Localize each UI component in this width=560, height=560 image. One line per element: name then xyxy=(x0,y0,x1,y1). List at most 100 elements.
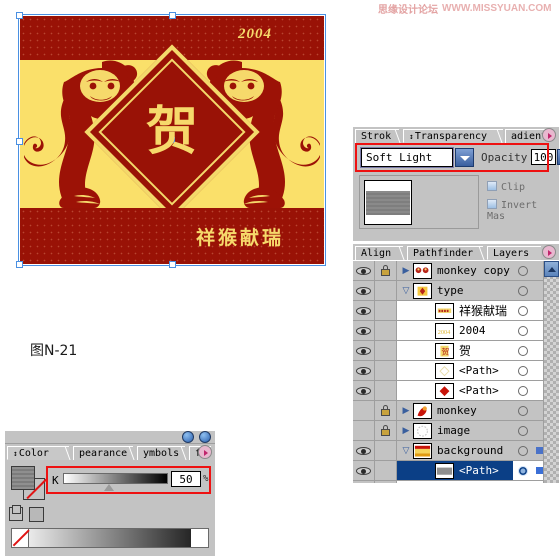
layer-list[interactable]: ▶ monkey copy ▽ type 祥猴献瑞 2004 2004 贺贺 <Path> <Pa… xyxy=(353,261,545,483)
clip-checkbox[interactable] xyxy=(487,181,497,191)
layer-row[interactable]: ▶ monkey xyxy=(353,401,545,421)
scroll-up-arrow-icon[interactable] xyxy=(544,261,559,277)
tab-symbols[interactable]: ymbols xyxy=(137,446,185,460)
transparency-tab-row[interactable]: Strok ↕Transparency adient xyxy=(353,127,559,143)
layer-lock-toggle[interactable] xyxy=(375,281,397,300)
layer-name-cell[interactable]: <Path> xyxy=(397,461,513,480)
layer-visibility-toggle[interactable] xyxy=(353,441,375,460)
selection-handle-bl[interactable] xyxy=(16,261,23,268)
none-color-icon[interactable] xyxy=(12,529,29,547)
tab-stroke[interactable]: Strok xyxy=(355,129,399,143)
disclosure-closed-icon[interactable]: ▶ xyxy=(399,405,413,416)
layer-lock-toggle[interactable] xyxy=(375,381,397,400)
disclosure-open-icon[interactable]: ▽ xyxy=(399,445,413,456)
layer-lock-toggle[interactable] xyxy=(375,481,397,483)
color-menu-icon[interactable] xyxy=(198,445,212,459)
layer-target-indicator[interactable] xyxy=(513,445,533,456)
layer-visibility-toggle[interactable] xyxy=(353,401,375,420)
selection-handle-tl[interactable] xyxy=(16,12,23,19)
tab-layers[interactable]: Layers xyxy=(487,246,541,260)
layer-row[interactable]: <Path> xyxy=(353,381,545,401)
k-channel-slider[interactable] xyxy=(63,473,168,484)
layer-row[interactable]: 贺贺 xyxy=(353,341,545,361)
layers-palette[interactable]: Align Pathfinder Layers ▶ monkey copy ▽ typ… xyxy=(352,243,560,483)
layer-name-cell[interactable]: <Path> xyxy=(397,381,513,400)
disclosure-closed-icon[interactable]: ▶ xyxy=(399,265,413,276)
layer-row[interactable]: <Path> xyxy=(353,481,545,483)
layer-visibility-toggle[interactable] xyxy=(353,421,375,440)
layer-lock-toggle[interactable] xyxy=(375,341,397,360)
palette-menu-icon[interactable] xyxy=(542,128,556,142)
layer-name-cell[interactable]: 贺贺 xyxy=(397,341,513,360)
layer-name-cell[interactable]: ▶ image xyxy=(397,421,513,440)
layer-row[interactable]: 祥猴献瑞 xyxy=(353,301,545,321)
layer-name-cell[interactable]: 2004 2004 xyxy=(397,321,513,340)
layer-row[interactable]: <Path> xyxy=(353,361,545,381)
clip-checkbox-row[interactable]: Clip xyxy=(487,181,525,193)
tab-pathfinder[interactable]: Pathfinder xyxy=(407,246,483,260)
minimize-icon[interactable] xyxy=(182,431,194,443)
color-spectrum-bar[interactable] xyxy=(11,528,209,548)
layer-name-cell[interactable]: <Path> xyxy=(397,481,513,483)
layer-visibility-toggle[interactable] xyxy=(353,461,375,480)
layer-target-indicator[interactable] xyxy=(513,465,533,476)
layer-lock-toggle[interactable] xyxy=(375,361,397,380)
layer-name-cell[interactable]: <Path> xyxy=(397,361,513,380)
layer-row[interactable]: ▽ type xyxy=(353,281,545,301)
layer-lock-toggle[interactable] xyxy=(375,321,397,340)
color-palette-titlebar[interactable] xyxy=(5,431,215,444)
gradient-mesh-icon[interactable] xyxy=(9,505,23,521)
layer-lock-toggle[interactable] xyxy=(375,441,397,460)
close-icon[interactable] xyxy=(199,431,211,443)
layer-target-indicator[interactable] xyxy=(513,345,533,356)
opacity-input[interactable]: 100 xyxy=(531,149,556,165)
layer-row[interactable]: <Path> xyxy=(353,461,545,481)
selection-handle-bc[interactable] xyxy=(169,261,176,268)
layers-scrollbar[interactable] xyxy=(543,261,559,483)
layer-thumbnail[interactable] xyxy=(364,180,412,225)
white-color-swatch[interactable] xyxy=(191,529,208,547)
tab-color[interactable]: ↕Color xyxy=(7,446,69,460)
invert-mask-checkbox-row[interactable]: Invert Mas xyxy=(487,199,559,222)
layer-row[interactable]: 2004 2004 xyxy=(353,321,545,341)
layer-visibility-toggle[interactable] xyxy=(353,341,375,360)
layer-target-indicator[interactable] xyxy=(513,385,533,396)
fill-swatch[interactable] xyxy=(11,466,35,490)
selection-handle-tc[interactable] xyxy=(169,12,176,19)
layer-visibility-toggle[interactable] xyxy=(353,381,375,400)
layers-tab-row[interactable]: Align Pathfinder Layers xyxy=(353,244,559,260)
layer-name-cell[interactable]: ▽ type xyxy=(397,281,513,300)
blend-mode-select[interactable]: Soft Light xyxy=(360,147,454,168)
chevron-down-icon[interactable] xyxy=(455,148,474,167)
transparency-palette[interactable]: Strok ↕Transparency adient Soft Light Op… xyxy=(352,126,560,242)
color-tab-row[interactable]: ↕Color pearance ymbols fo xyxy=(5,444,215,460)
layer-name-cell[interactable]: ▶ monkey xyxy=(397,401,513,420)
layer-visibility-toggle[interactable] xyxy=(353,321,375,340)
invert-mask-checkbox[interactable] xyxy=(487,199,497,209)
artboard[interactable]: 2004 贺 祥猴献瑞 xyxy=(16,12,326,268)
disclosure-open-icon[interactable]: ▽ xyxy=(399,285,413,296)
layer-name-cell[interactable]: ▽ background xyxy=(397,441,513,460)
none-swatch-icon[interactable] xyxy=(29,507,44,522)
layer-lock-toggle[interactable] xyxy=(375,461,397,480)
layer-lock-toggle[interactable] xyxy=(375,421,397,440)
layer-target-indicator[interactable] xyxy=(513,265,533,276)
tab-appearance[interactable]: pearance xyxy=(73,446,133,460)
layer-target-indicator[interactable] xyxy=(513,425,533,436)
layer-target-indicator[interactable] xyxy=(513,365,533,376)
layers-menu-icon[interactable] xyxy=(542,245,556,259)
layer-lock-toggle[interactable] xyxy=(375,401,397,420)
layer-visibility-toggle[interactable] xyxy=(353,361,375,380)
color-palette[interactable]: ↕Color pearance ymbols fo K 50 % xyxy=(4,430,216,556)
layer-visibility-toggle[interactable] xyxy=(353,281,375,300)
layer-visibility-toggle[interactable] xyxy=(353,481,375,483)
fill-stroke-indicator[interactable] xyxy=(11,466,45,500)
layer-lock-toggle[interactable] xyxy=(375,261,397,280)
layer-lock-toggle[interactable] xyxy=(375,301,397,320)
layer-target-indicator[interactable] xyxy=(513,325,533,336)
disclosure-closed-icon[interactable]: ▶ xyxy=(399,425,413,436)
k-channel-input[interactable]: 50 xyxy=(171,471,201,487)
tab-transparency[interactable]: ↕Transparency xyxy=(403,129,503,143)
k-slider-thumb[interactable] xyxy=(104,484,114,491)
layer-row[interactable]: ▶ monkey copy xyxy=(353,261,545,281)
